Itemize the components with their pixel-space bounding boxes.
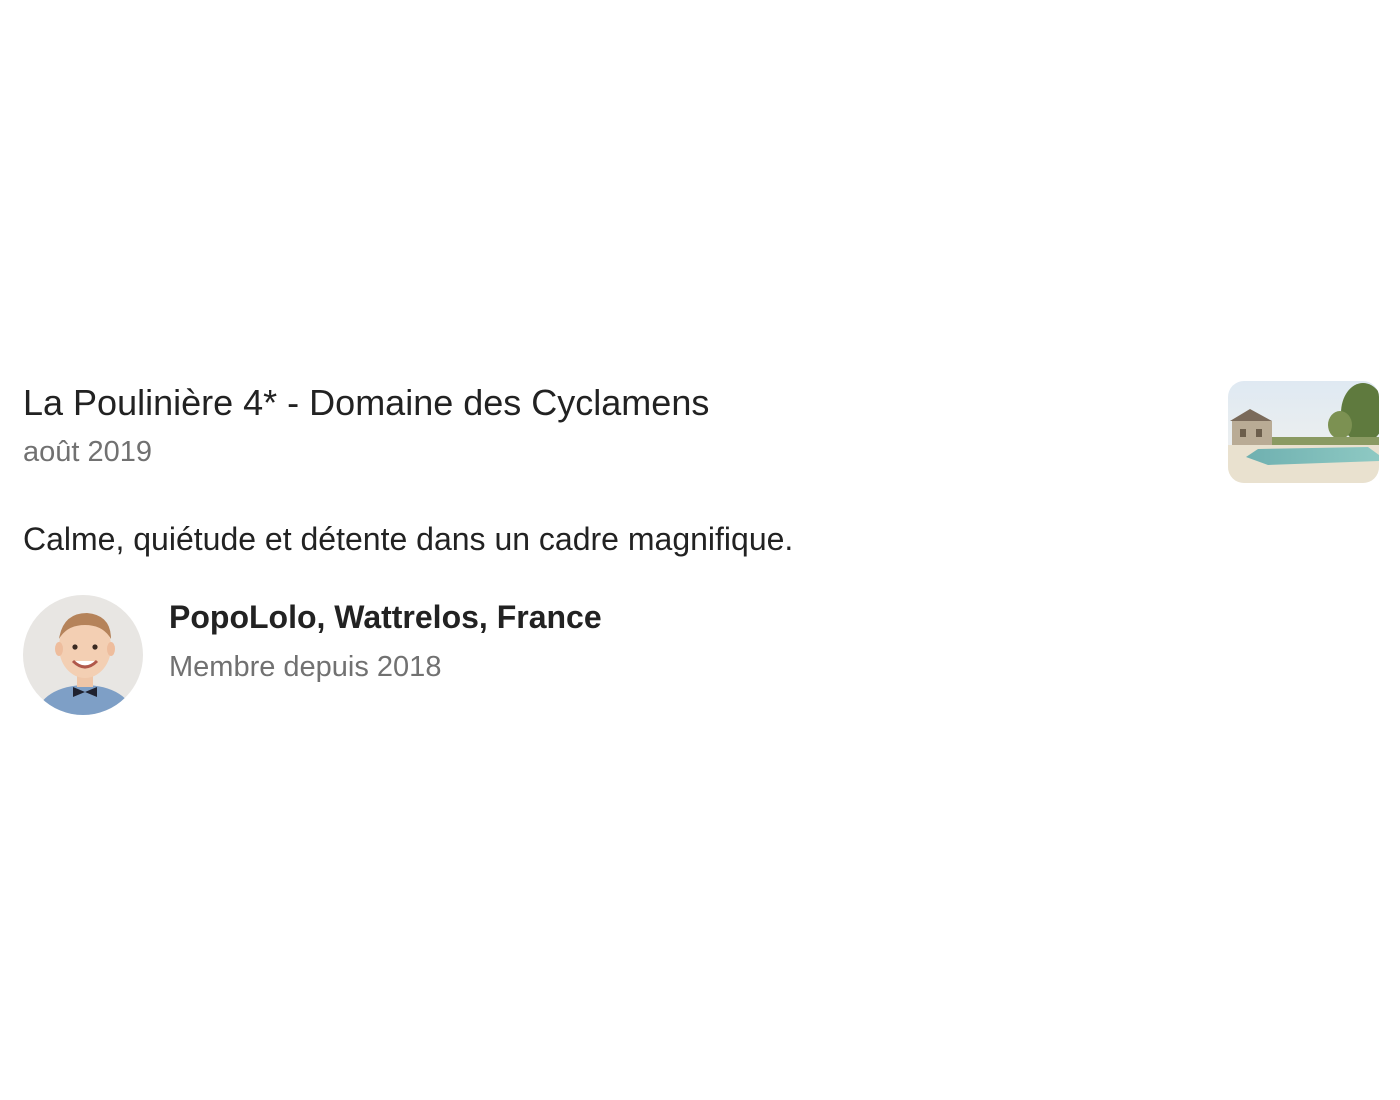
listing-thumbnail[interactable] xyxy=(1228,381,1379,483)
child-portrait-icon xyxy=(23,595,143,715)
listing-title[interactable]: La Poulinière 4* - Domaine des Cyclamens xyxy=(23,380,709,426)
reviewer-info: PopoLolo, Wattrelos, France Membre depui… xyxy=(23,595,923,715)
pool-photo-icon xyxy=(1228,381,1379,483)
review-date: août 2019 xyxy=(23,436,153,468)
reviewer-avatar[interactable] xyxy=(23,595,143,715)
reviewer-member-since: Membre depuis 2018 xyxy=(169,651,442,683)
review-text: Calme, quiétude et détente dans un cadre… xyxy=(23,521,794,557)
reviewer-name[interactable]: PopoLolo, Wattrelos, France xyxy=(169,597,602,637)
